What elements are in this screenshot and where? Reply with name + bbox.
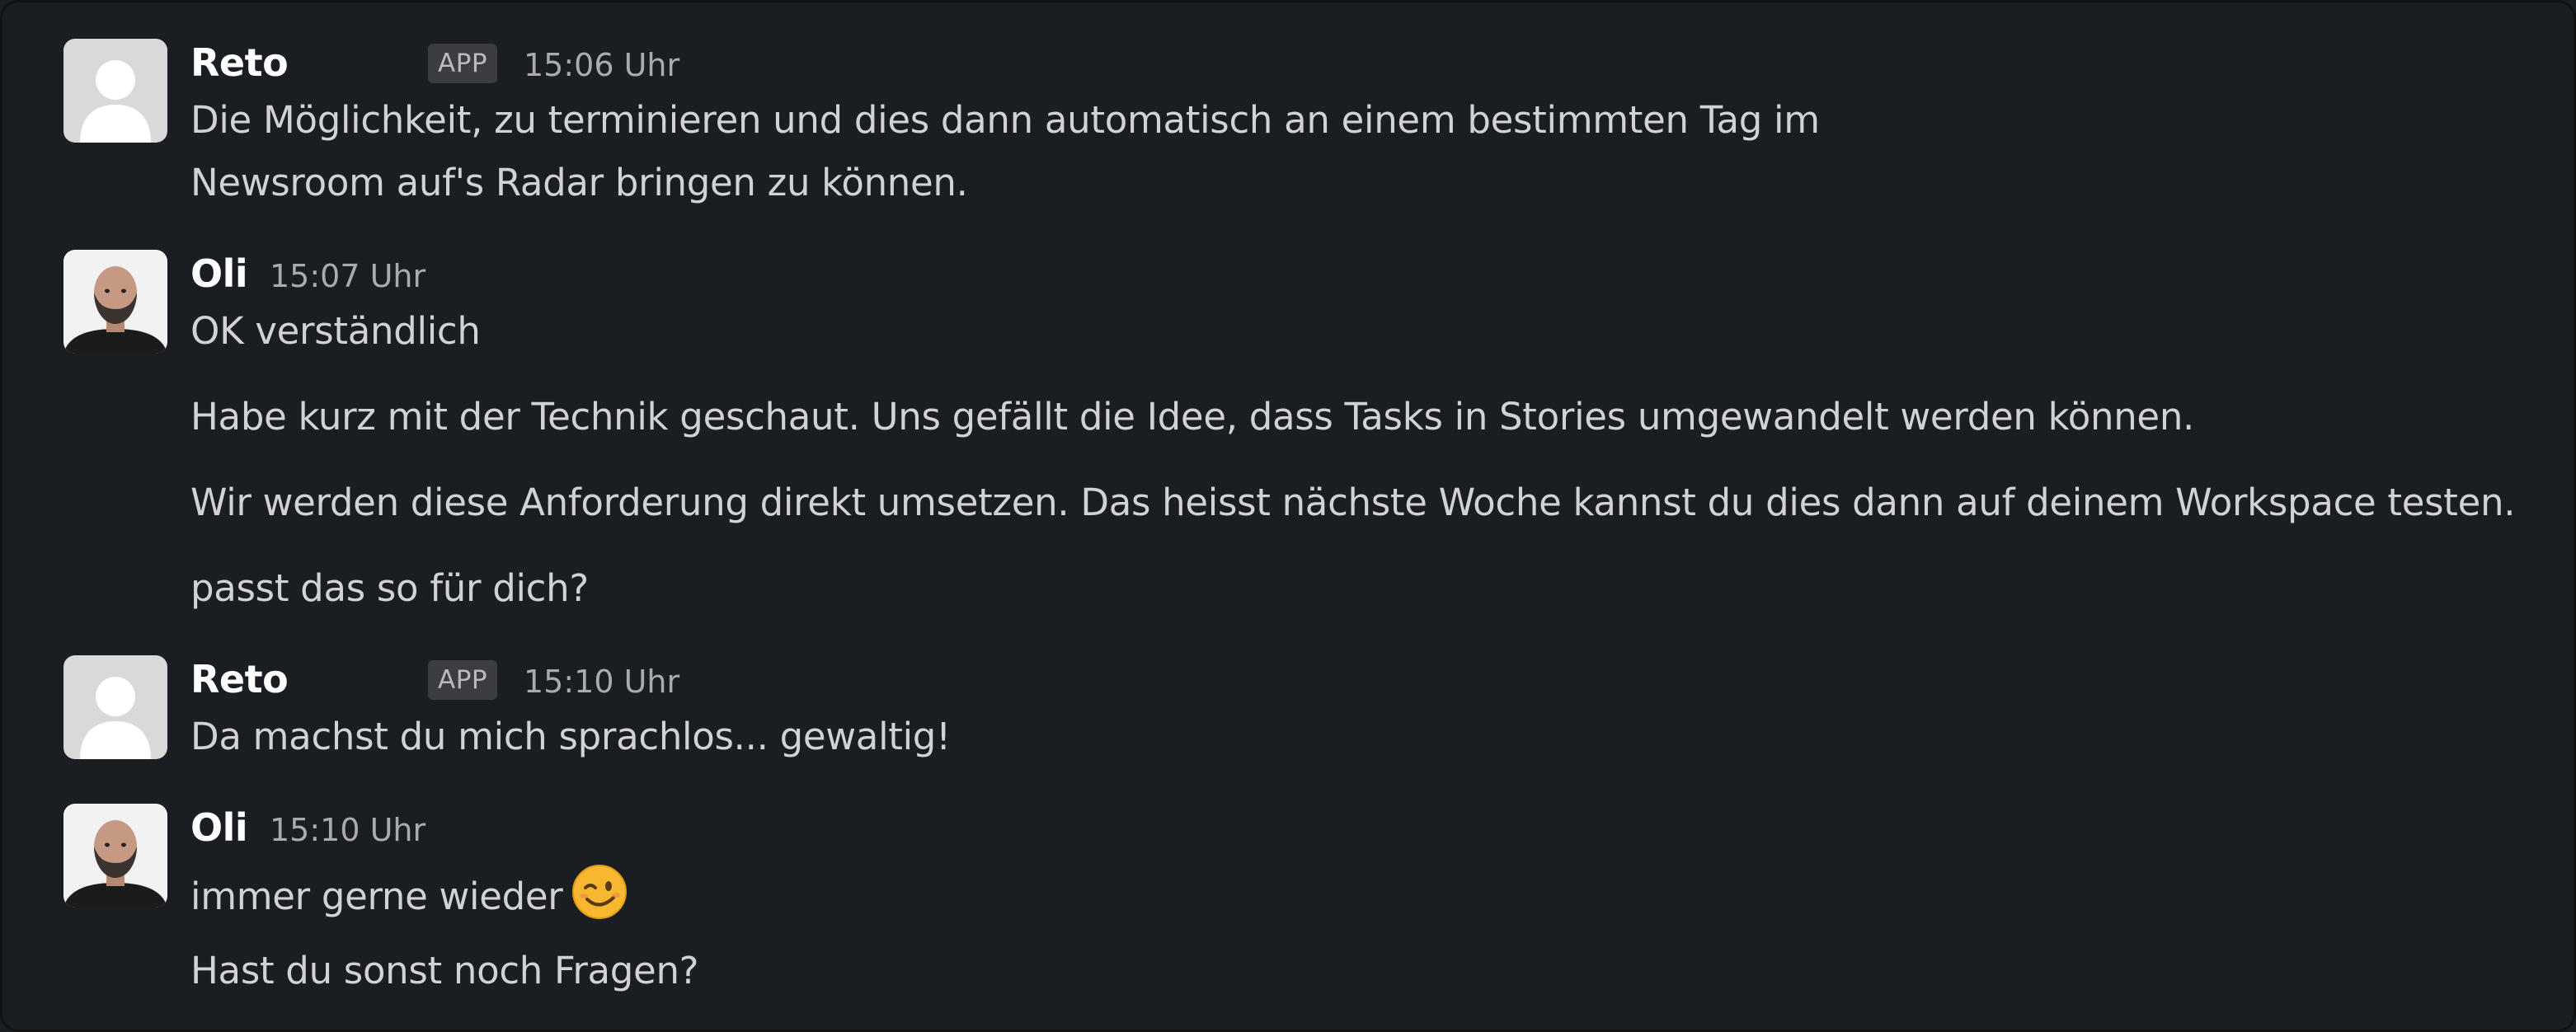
author-name[interactable]: Reto xyxy=(190,657,289,701)
message-text: OK verständlich xyxy=(190,309,481,353)
app-badge: APP xyxy=(428,660,498,700)
avatar-default-user-icon[interactable] xyxy=(63,39,167,143)
avatar-oli-icon[interactable] xyxy=(63,250,167,354)
timestamp[interactable]: 15:06 Uhr xyxy=(524,47,679,83)
message-text-with-emoji: immer gerne wieder xyxy=(190,863,628,921)
chat-window: Reto APP 15:06 Uhr Die Möglichkeit, zu t… xyxy=(0,0,2576,1032)
message-text: immer gerne wieder xyxy=(190,875,563,918)
message-text: Hast du sonst noch Fragen? xyxy=(190,949,699,992)
message-text: Wir werden diese Anforderung direkt umse… xyxy=(190,481,2516,524)
author-name[interactable]: Reto xyxy=(190,40,289,85)
avatar-oli-icon[interactable] xyxy=(63,804,167,908)
message-text: Habe kurz mit der Technik geschaut. Uns … xyxy=(190,395,2195,439)
message-text: Da machst du mich sprachlos... gewaltig! xyxy=(190,715,951,758)
timestamp[interactable]: 15:10 Uhr xyxy=(270,812,425,848)
timestamp[interactable]: 15:07 Uhr xyxy=(270,258,425,294)
author-name[interactable]: Oli xyxy=(190,251,248,296)
message-text: Newsroom auf's Radar bringen zu können. xyxy=(190,161,968,204)
winking-face-icon[interactable] xyxy=(571,863,628,921)
app-badge: APP xyxy=(428,44,498,83)
avatar-default-user-icon[interactable] xyxy=(63,655,167,759)
author-name[interactable]: Oli xyxy=(190,805,248,850)
message-text: passt das so für dich? xyxy=(190,566,589,610)
message-text: Die Möglichkeit, zu terminieren und dies… xyxy=(190,98,1820,142)
timestamp[interactable]: 15:10 Uhr xyxy=(524,664,679,700)
